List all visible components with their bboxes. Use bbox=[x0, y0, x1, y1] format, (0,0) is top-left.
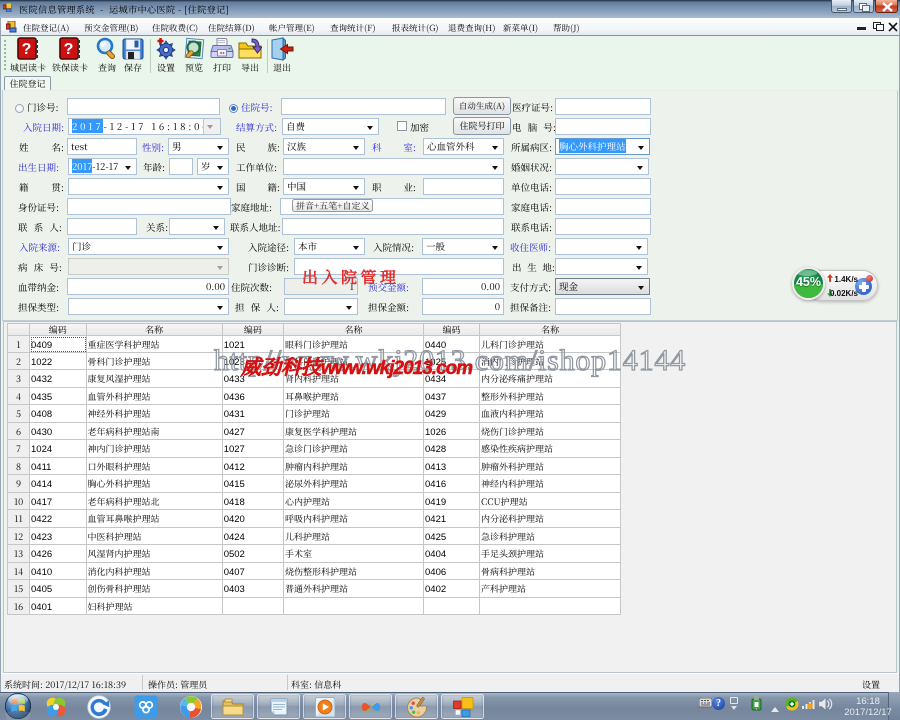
svg-text:?: ? bbox=[64, 41, 74, 58]
svg-text:?: ? bbox=[22, 41, 32, 58]
